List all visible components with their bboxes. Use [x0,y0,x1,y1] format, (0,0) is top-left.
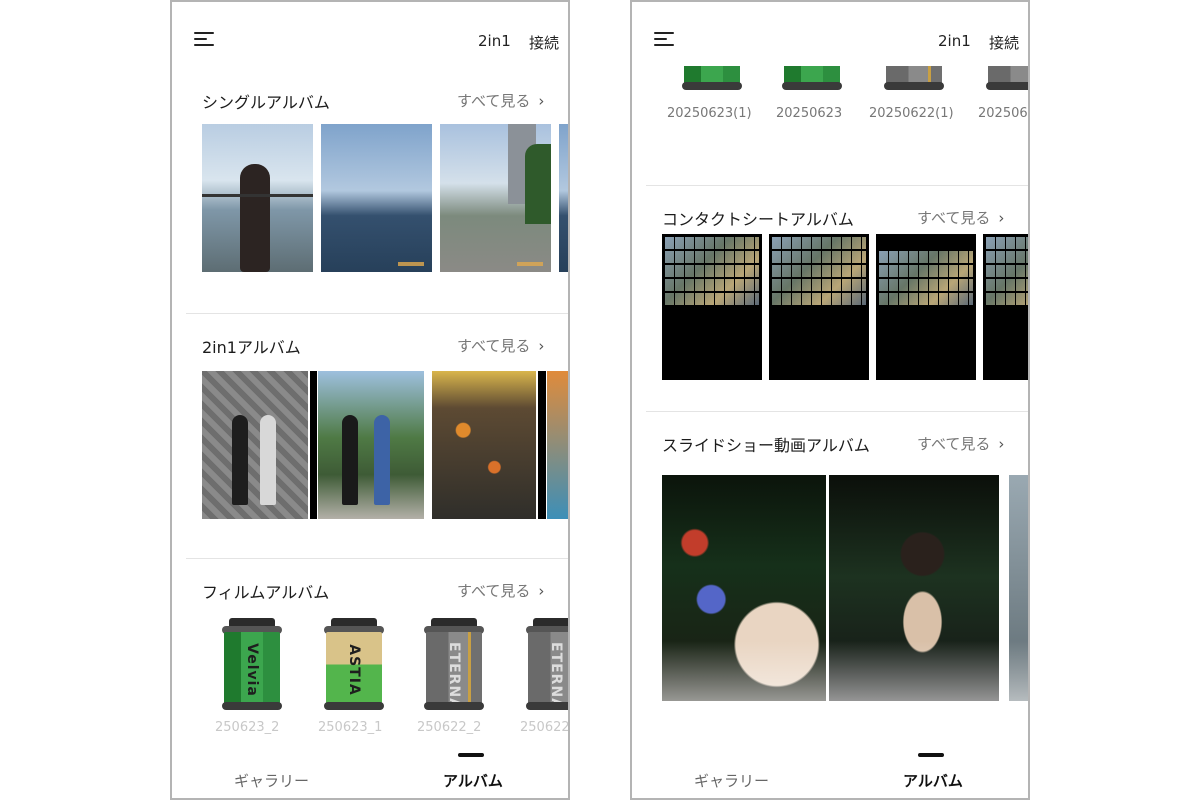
tab-gallery[interactable]: ギャラリー [234,770,309,791]
tab-album[interactable]: アルバム [903,770,963,791]
photo-thumbnail[interactable] [547,371,568,519]
contact-sheet-thumbnail[interactable] [769,234,869,380]
film-caption: 250623_1 [318,720,383,735]
contact-sheet-thumbnail[interactable] [876,234,976,380]
photo-separator [538,371,546,519]
chevron-right-icon: › [538,337,545,355]
photo-thumbnail[interactable] [202,371,308,519]
film-canister[interactable]: Velvia [222,618,282,714]
film-label: Velvia [244,643,260,697]
contact-sheet-album-see-all[interactable]: すべて見る › [917,207,1004,228]
film-date-caption: 20250622 [978,106,1028,121]
film-date-caption: 20250623 [776,106,843,121]
photo-thumbnail[interactable] [440,124,551,272]
see-all-label: すべて見る [457,337,531,355]
chevron-right-icon: › [538,582,545,600]
single-album-strip[interactable] [202,124,568,274]
film-album-title: フィルムアルバム [202,583,330,602]
active-tab-indicator [918,753,944,757]
phone-screen-left: 2in1 接続 シングルアルバム すべて見る › 2in1アルバム すべて見る › [170,0,570,800]
slideshow-album-see-all[interactable]: すべて見る › [917,433,1004,454]
film-label: ASTIA [346,644,362,696]
chevron-right-icon: › [538,92,545,110]
contact-sheet-album-title: コンタクトシートアルバム [662,210,854,229]
header-2in1-button[interactable]: 2in1 [478,32,511,50]
film-canister[interactable]: ETERNA [526,618,568,714]
tab-gallery[interactable]: ギャラリー [694,770,769,791]
photo-thumbnail[interactable] [559,124,568,272]
film-caption: 250622_2 [417,720,482,735]
two-in-one-album-see-all[interactable]: すべて見る › [457,335,544,356]
contact-sheet-thumbnail[interactable] [983,234,1028,380]
section-divider [186,313,568,314]
chevron-right-icon: › [998,209,1005,227]
section-divider [186,558,568,559]
film-canister[interactable]: ETERNA [424,618,484,714]
photo-separator [310,371,317,519]
section-divider [646,411,1028,412]
see-all-label: すべて見る [917,209,991,227]
photo-thumbnail[interactable] [318,371,424,519]
slideshow-strip[interactable] [662,475,1028,703]
contact-sheet-thumbnail[interactable] [662,234,762,380]
two-in-one-album-title: 2in1アルバム [202,338,301,357]
photo-thumbnail[interactable] [321,124,432,272]
slideshow-album-title: スライドショー動画アルバム [662,436,870,455]
tab-album[interactable]: アルバム [443,770,503,791]
slideshow-thumbnail[interactable] [662,475,826,701]
see-all-label: すべて見る [457,92,531,110]
contact-sheet-strip[interactable] [662,234,1028,382]
film-caption: 250623_2 [215,720,280,735]
phone-screen-right: 2in1 接続 20250623(1) 20250623 20250622(1)… [630,0,1030,800]
film-date-caption: 20250623(1) [667,106,752,121]
film-album-see-all[interactable]: すべて見る › [457,580,544,601]
film-album-strip[interactable]: Velvia ASTIA ETERNA ETERNA [202,618,568,714]
film-label: ETERNA [548,642,564,704]
see-all-label: すべて見る [457,582,531,600]
photo-thumbnail[interactable] [432,371,536,519]
film-canister[interactable]: ASTIA [324,618,384,714]
section-divider [646,185,1028,186]
active-tab-indicator [458,753,484,757]
slideshow-thumbnail[interactable] [829,475,999,701]
film-date-caption: 20250622(1) [869,106,954,121]
slideshow-thumbnail[interactable] [1009,475,1028,701]
film-caption-row: 250623_2 250623_1 250622_2 250622 [202,720,570,742]
see-all-label: すべて見る [917,435,991,453]
single-album-see-all[interactable]: すべて見る › [457,90,544,111]
film-caption: 250622 [520,720,570,735]
menu-icon[interactable] [194,32,216,48]
single-album-title: シングルアルバム [202,93,330,112]
two-in-one-album-strip[interactable] [202,371,568,521]
film-label: ETERNA [446,642,462,704]
chevron-right-icon: › [998,435,1005,453]
film-date-caption-row: 20250623(1) 20250623 20250622(1) 2025062… [662,2,1028,132]
photo-thumbnail[interactable] [202,124,313,272]
header-connect-button[interactable]: 接続 [529,32,559,53]
